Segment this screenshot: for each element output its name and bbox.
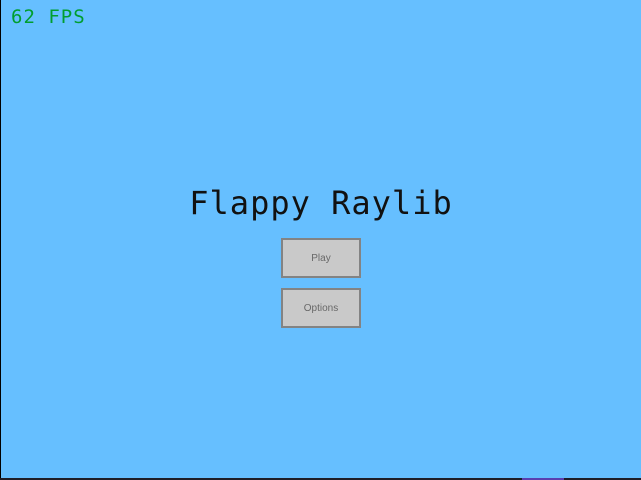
play-button-label: Play: [311, 252, 331, 264]
game-window: 62 FPS Flappy Raylib Play Options: [0, 0, 641, 480]
fps-counter: 62 FPS: [11, 6, 86, 28]
options-button[interactable]: Options: [281, 288, 361, 328]
game-title: Flappy Raylib: [189, 184, 453, 222]
game-canvas: 62 FPS Flappy Raylib Play Options: [1, 0, 641, 478]
play-button[interactable]: Play: [281, 238, 361, 278]
options-button-label: Options: [303, 302, 339, 314]
